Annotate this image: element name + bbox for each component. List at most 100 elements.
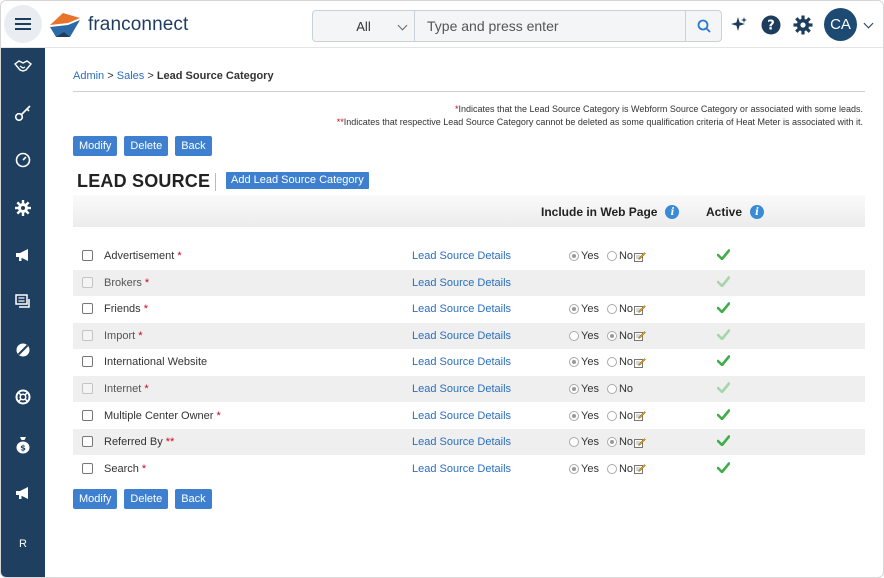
user-avatar[interactable]: CA	[824, 8, 857, 41]
include-web-yes-radio[interactable]	[569, 330, 579, 341]
delete-button[interactable]: Delete	[124, 136, 169, 156]
info-icon[interactable]: i	[665, 205, 680, 219]
sidebar-item-messages[interactable]	[1, 287, 45, 317]
svg-text:?: ?	[767, 19, 775, 34]
lead-source-details-link[interactable]: Lead Source Details	[412, 250, 511, 262]
search-icon	[697, 19, 711, 33]
column-header-label: Active	[706, 205, 743, 219]
sidebar-item-r[interactable]: R	[1, 529, 45, 559]
radio-label: No	[618, 329, 634, 342]
lead-source-details-link[interactable]: Lead Source Details	[412, 436, 511, 448]
modify-button[interactable]: Modify	[73, 489, 118, 509]
back-button[interactable]: Back	[175, 489, 212, 509]
breadcrumb-sales-link[interactable]: Sales	[117, 70, 145, 82]
lead-source-details-link[interactable]: Lead Source Details	[412, 383, 511, 395]
radio-label: No	[618, 303, 634, 316]
include-web-yes-radio[interactable]	[569, 410, 579, 421]
include-web-radio-group: Yes No	[569, 303, 646, 315]
lead-source-details-link[interactable]: Lead Source Details	[412, 330, 511, 342]
logo-text: franconnect	[88, 14, 189, 35]
row-checkbox[interactable]	[82, 409, 93, 421]
sidebar-item-marketing[interactable]	[1, 240, 45, 270]
row-checkbox[interactable]	[82, 250, 93, 261]
sidebar-item-dashboard[interactable]	[1, 145, 45, 175]
include-web-yes-radio[interactable]	[569, 251, 579, 261]
include-web-yes-radio[interactable]	[569, 357, 579, 368]
lead-source-name-text: Import	[104, 329, 136, 342]
required-marker: *	[138, 329, 143, 342]
edit-icon[interactable]	[634, 463, 646, 475]
include-web-no-radio[interactable]	[606, 357, 617, 368]
edit-icon[interactable]	[634, 410, 646, 422]
edit-icon[interactable]	[634, 330, 646, 342]
lifebuoy-icon	[15, 389, 31, 405]
row-checkbox[interactable]	[82, 462, 93, 474]
row-checkbox	[82, 383, 93, 394]
active-check-icon	[716, 302, 731, 316]
edit-icon[interactable]	[634, 304, 646, 315]
lead-source-details-link[interactable]: Lead Source Details	[412, 277, 511, 289]
include-web-no-radio[interactable]	[606, 251, 617, 261]
settings-icon[interactable]	[791, 13, 815, 37]
megaphone-icon	[16, 249, 28, 261]
chevron-down-icon[interactable]	[863, 18, 874, 29]
lead-source-name: Friends *	[104, 303, 148, 315]
sparkle-icon[interactable]	[727, 13, 751, 37]
table-row: Advertisement * Lead Source Details Yes No	[73, 243, 865, 269]
row-checkbox[interactable]	[82, 356, 93, 368]
sidebar-item-pill[interactable]	[1, 335, 45, 365]
include-web-radio-group: Yes No	[569, 330, 646, 342]
lead-source-details-link[interactable]: Lead Source Details	[412, 303, 511, 315]
info-icon[interactable]: i	[750, 205, 765, 219]
modify-button[interactable]: Modify	[73, 136, 118, 156]
row-checkbox[interactable]	[82, 303, 93, 315]
app-window: franconnect All ?	[0, 0, 884, 578]
radio-label: Yes	[581, 436, 599, 449]
required-marker: **	[165, 436, 175, 449]
radio-label: No	[618, 250, 634, 262]
delete-button[interactable]: Delete	[124, 489, 169, 509]
include-web-no-radio[interactable]	[606, 437, 617, 448]
add-lead-source-category-button[interactable]: Add Lead Source Category	[226, 172, 369, 189]
sidebar-item-settings[interactable]	[1, 193, 45, 223]
include-web-yes-radio[interactable]	[569, 437, 579, 448]
help-icon[interactable]: ?	[759, 13, 783, 37]
franconnect-logo[interactable]: franconnect	[48, 9, 188, 41]
edit-icon[interactable]	[634, 437, 646, 448]
edit-icon[interactable]	[634, 357, 646, 368]
menu-icon	[15, 23, 31, 25]
note-heat-meter: **Indicates that respective Lead Source …	[337, 117, 863, 127]
edit-icon[interactable]	[634, 251, 646, 262]
required-marker: *	[216, 409, 221, 422]
include-web-no-radio[interactable]	[606, 384, 617, 394]
radio-label: No	[618, 409, 634, 422]
sidebar-item-key[interactable]	[1, 98, 45, 128]
sidebar-item-handshake[interactable]	[1, 51, 45, 81]
lead-source-name: Internet *	[104, 383, 149, 395]
sidebar-item-campaigns[interactable]	[1, 478, 45, 508]
lead-source-name: Multiple Center Owner *	[104, 410, 221, 422]
include-web-no-radio[interactable]	[606, 463, 617, 474]
lead-source-name-text: Referred By	[104, 436, 163, 449]
lead-source-details-link[interactable]: Lead Source Details	[412, 356, 511, 368]
include-web-yes-radio[interactable]	[569, 304, 579, 315]
search-category-select[interactable]: All	[313, 11, 415, 41]
sidebar-item-finance[interactable]: $	[1, 430, 45, 460]
back-button[interactable]: Back	[175, 136, 212, 156]
include-web-yes-radio[interactable]	[569, 463, 579, 474]
include-web-yes-radio[interactable]	[569, 384, 579, 394]
search-button[interactable]	[685, 11, 721, 41]
lead-source-details-link[interactable]: Lead Source Details	[412, 410, 511, 422]
lead-source-name: Referred By **	[104, 436, 174, 448]
include-web-no-radio[interactable]	[606, 330, 617, 341]
radio-label: Yes	[581, 250, 599, 262]
search-input[interactable]	[415, 11, 685, 41]
row-checkbox[interactable]	[82, 436, 93, 448]
include-web-no-radio[interactable]	[606, 304, 617, 315]
hamburger-menu-button[interactable]	[4, 5, 42, 43]
sidebar-item-support[interactable]	[1, 382, 45, 412]
breadcrumb-admin-link[interactable]: Admin	[73, 70, 104, 82]
include-web-no-radio[interactable]	[606, 410, 617, 421]
lead-source-details-link[interactable]: Lead Source Details	[412, 463, 511, 475]
top-bar: franconnect All ?	[1, 1, 883, 48]
